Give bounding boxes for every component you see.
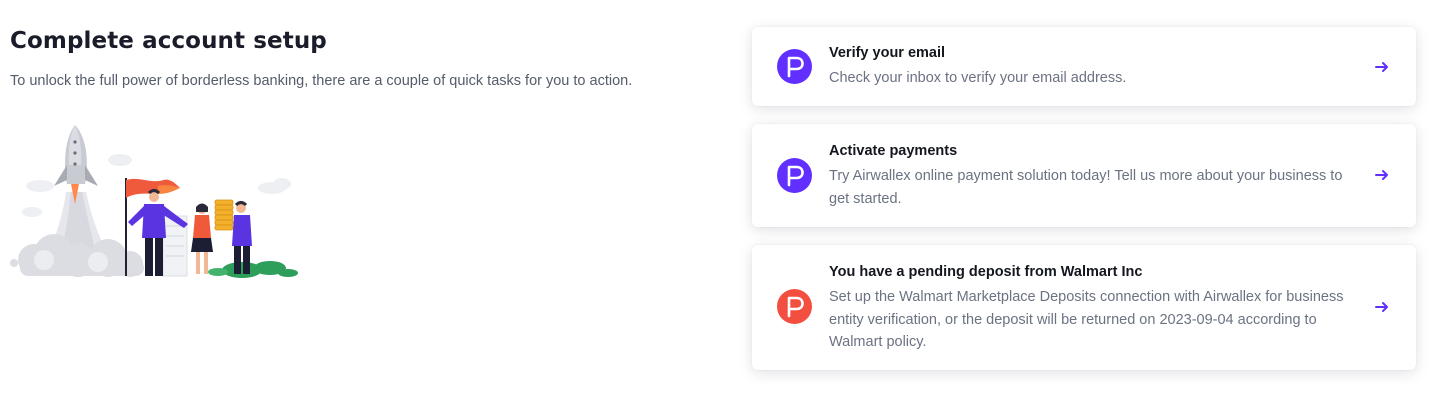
arrow-right-icon[interactable] [1374, 168, 1390, 182]
task-card-activate-payments[interactable]: Activate payments Try Airwallex online p… [752, 124, 1416, 227]
flag-icon [777, 49, 812, 84]
task-card-pending-deposit[interactable]: You have a pending deposit from Walmart … [752, 245, 1416, 370]
task-content: Verify your email Check your inbox to ve… [829, 44, 1346, 90]
page-title: Complete account setup [10, 28, 327, 54]
arrow-right-icon[interactable] [1374, 60, 1390, 74]
task-description: Set up the Walmart Marketplace Deposits … [829, 289, 1344, 350]
task-title: You have a pending deposit from Walmart … [829, 264, 1143, 280]
task-title: Verify your email [829, 45, 946, 61]
task-card-verify-email[interactable]: Verify your email Check your inbox to ve… [752, 27, 1416, 106]
task-content: You have a pending deposit from Walmart … [829, 263, 1346, 354]
flag-icon [777, 289, 812, 324]
account-setup-intro: Complete account setup To unlock the ful… [10, 28, 710, 89]
task-title: Activate payments [829, 143, 958, 159]
account-setup-page: Complete account setup To unlock the ful… [0, 0, 1431, 402]
task-content: Activate payments Try Airwallex online p… [829, 142, 1346, 210]
arrow-right-icon[interactable] [1374, 300, 1390, 314]
task-description: Try Airwallex online payment solution to… [829, 168, 1343, 207]
flag-icon [777, 158, 812, 193]
page-subtitle: To unlock the full power of borderless b… [10, 73, 633, 89]
rocket-team-illustration [8, 120, 298, 280]
task-list: Verify your email Check your inbox to ve… [752, 27, 1416, 370]
task-description: Check your inbox to verify your email ad… [829, 70, 1127, 86]
